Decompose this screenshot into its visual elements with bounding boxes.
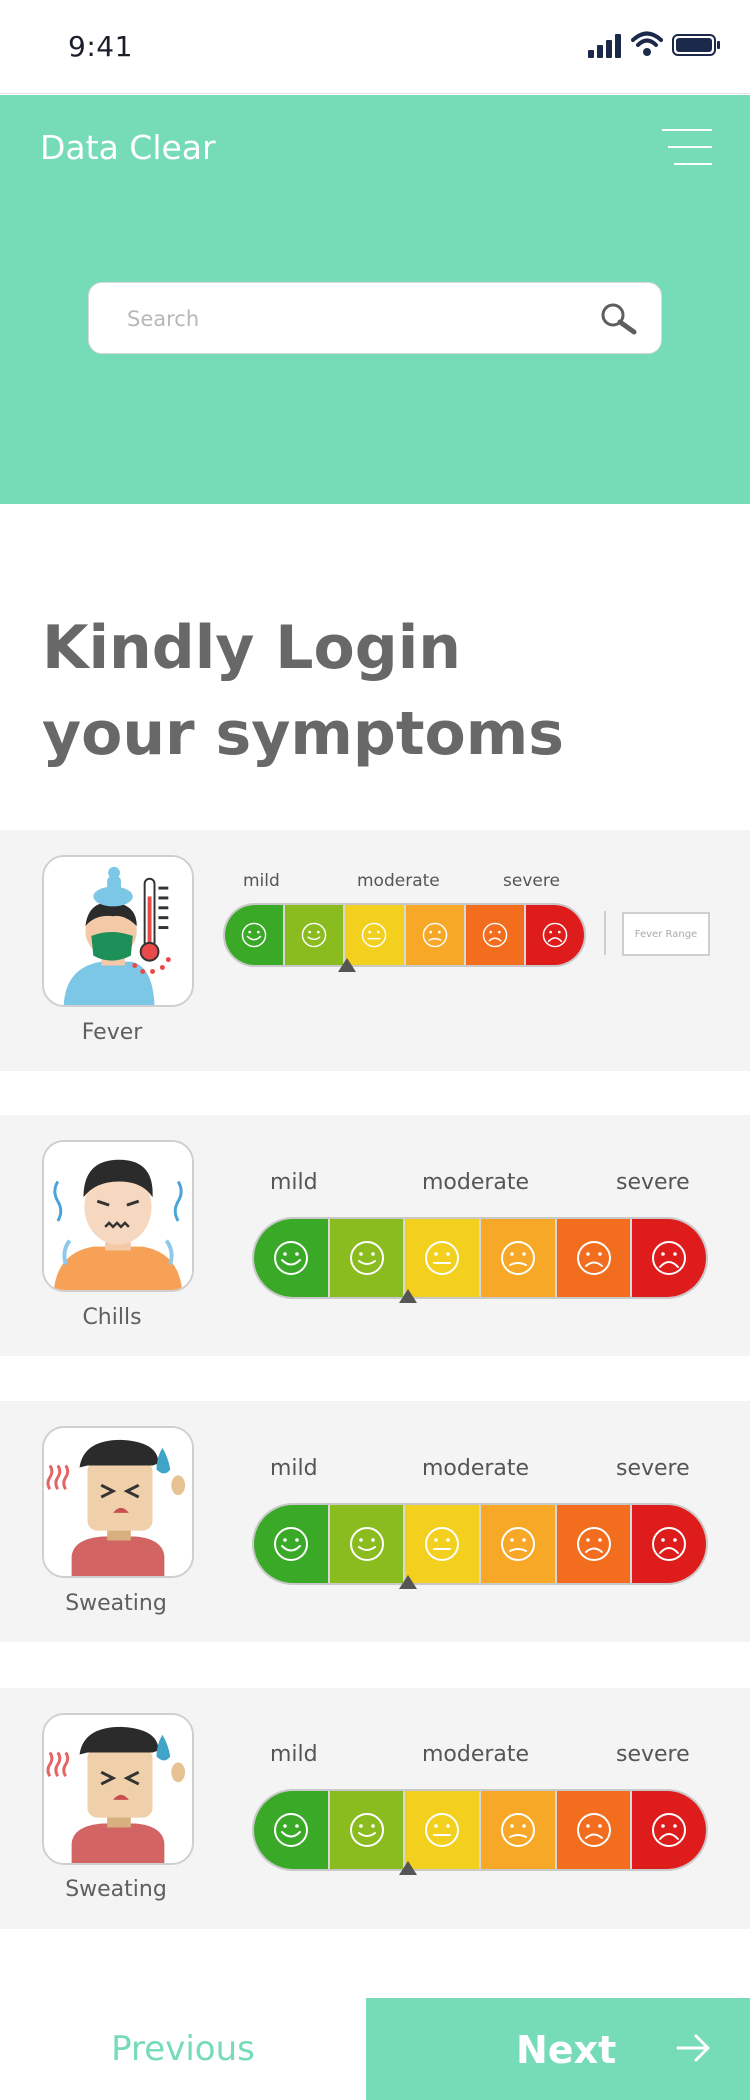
severity-level-2[interactable] [329, 1505, 406, 1583]
scale-label-severe: severe [616, 1742, 690, 1767]
severity-level-3[interactable] [405, 1505, 482, 1583]
severity-level-5[interactable] [465, 905, 526, 965]
scale-label-severe: severe [503, 871, 560, 891]
search-bar [88, 282, 662, 354]
search-icon[interactable] [599, 301, 639, 337]
severity-level-1[interactable] [254, 1791, 330, 1869]
slightly-sad-face-icon [500, 1527, 535, 1561]
severity-level-1[interactable] [225, 905, 286, 965]
status-bar: 9:41 [0, 0, 750, 94]
happy-face-icon [349, 1241, 384, 1275]
sad-face-icon [482, 922, 508, 948]
severity-scale[interactable] [252, 1217, 708, 1299]
severity-level-2[interactable] [285, 905, 346, 965]
severity-level-4[interactable] [481, 1505, 557, 1583]
scale-label-mild: mild [243, 871, 280, 891]
scale-label-mild: mild [270, 1742, 318, 1767]
divider [604, 911, 606, 955]
severity-marker[interactable] [399, 1289, 417, 1303]
status-time: 9:41 [68, 30, 133, 63]
severity-level-1[interactable] [254, 1505, 330, 1583]
neutral-face-icon [362, 922, 387, 948]
very-sad-face-icon [652, 1527, 687, 1561]
sad-face-icon [576, 1241, 611, 1275]
chills-thumbnail [42, 1140, 194, 1292]
hamburger-menu-icon[interactable] [656, 127, 712, 167]
severity-level-3[interactable] [345, 905, 406, 965]
severity-level-5[interactable] [556, 1791, 633, 1869]
slightly-sad-face-icon [500, 1241, 535, 1275]
severity-scale[interactable] [252, 1789, 708, 1871]
scale-label-mild: mild [270, 1170, 318, 1195]
header-banner: Data Clear [0, 95, 750, 504]
severity-level-6[interactable] [525, 905, 584, 965]
arrow-right-icon [676, 2034, 710, 2062]
scale-label-moderate: moderate [422, 1742, 530, 1767]
very-sad-face-icon [542, 922, 568, 948]
very-sad-face-icon [652, 1813, 687, 1847]
severity-level-6[interactable] [632, 1219, 706, 1297]
scale-label-moderate: moderate [422, 1170, 530, 1195]
neutral-face-icon [425, 1241, 460, 1275]
severity-level-4[interactable] [405, 905, 466, 965]
happy-face-icon [349, 1813, 384, 1847]
scale-label-severe: severe [616, 1456, 690, 1481]
sad-face-icon [576, 1813, 611, 1847]
page-title: Kindly Login your symptoms [42, 605, 702, 777]
scale-label-moderate: moderate [357, 871, 440, 891]
severity-level-2[interactable] [329, 1219, 406, 1297]
next-button-label: Next [516, 2028, 617, 2072]
symptom-label: Fever [81, 1020, 143, 1045]
very-happy-face-icon [273, 1527, 308, 1561]
severity-level-2[interactable] [329, 1791, 406, 1869]
very-happy-face-icon [241, 922, 267, 948]
symptom-label: Sweating [65, 1877, 167, 1902]
severity-marker[interactable] [399, 1575, 417, 1589]
severity-level-3[interactable] [405, 1791, 482, 1869]
severity-marker[interactable] [338, 958, 356, 972]
severity-level-4[interactable] [481, 1791, 557, 1869]
previous-button[interactable]: Previous [0, 1998, 366, 2100]
scale-label-moderate: moderate [422, 1456, 530, 1481]
severity-level-5[interactable] [556, 1219, 633, 1297]
severity-level-6[interactable] [632, 1791, 706, 1869]
happy-face-icon [349, 1527, 384, 1561]
severity-level-3[interactable] [405, 1219, 482, 1297]
next-button[interactable]: Next [366, 1998, 750, 2100]
very-happy-face-icon [273, 1241, 308, 1275]
symptom-label: Sweating [65, 1591, 167, 1616]
severity-level-5[interactable] [556, 1505, 633, 1583]
page-title-line-2: your symptoms [42, 699, 564, 769]
very-sad-face-icon [652, 1241, 687, 1275]
severity-level-1[interactable] [254, 1219, 330, 1297]
slightly-sad-face-icon [500, 1813, 535, 1847]
scale-label-mild: mild [270, 1456, 318, 1481]
search-input[interactable] [127, 301, 567, 337]
severity-marker[interactable] [399, 1861, 417, 1875]
severity-scale[interactable] [252, 1503, 708, 1585]
symptom-label: Chills [82, 1305, 142, 1330]
severity-level-6[interactable] [632, 1505, 706, 1583]
sweating-thumbnail [42, 1426, 194, 1578]
severity-scale[interactable] [223, 903, 586, 967]
severity-level-4[interactable] [481, 1219, 557, 1297]
fever-range-button[interactable]: Fever Range [622, 912, 710, 956]
fever-thumbnail [42, 855, 194, 1007]
slightly-sad-face-icon [422, 922, 447, 948]
happy-face-icon [301, 922, 327, 948]
app-title: Data Clear [40, 128, 216, 167]
battery-icon [672, 34, 720, 56]
sweating-thumbnail [42, 1713, 194, 1865]
scale-label-severe: severe [616, 1170, 690, 1195]
neutral-face-icon [425, 1813, 460, 1847]
very-happy-face-icon [273, 1813, 308, 1847]
sad-face-icon [576, 1527, 611, 1561]
signal-icon [588, 34, 621, 58]
wifi-icon [631, 31, 663, 56]
page-title-line-1: Kindly Login [42, 613, 461, 683]
neutral-face-icon [425, 1527, 460, 1561]
